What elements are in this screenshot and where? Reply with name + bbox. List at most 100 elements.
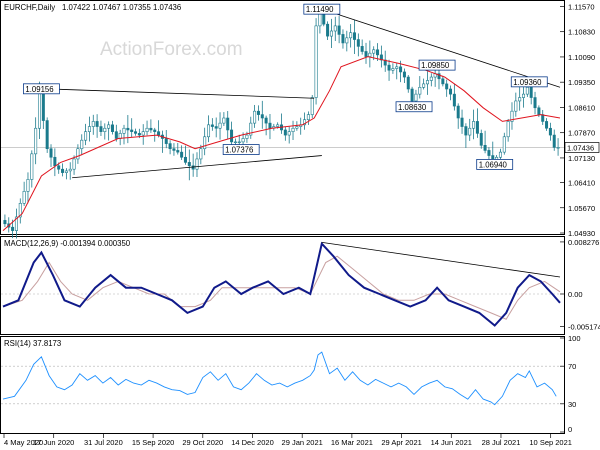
date-axis-label: 10 Sep 2021 <box>529 438 572 447</box>
price-candle-body <box>445 83 449 90</box>
price-candle-body <box>172 148 176 151</box>
current-price-label: 1.07436 <box>567 143 594 152</box>
price-candle-body <box>441 78 445 85</box>
price-axis-label: 1.10830 <box>568 28 595 37</box>
price-candle-body <box>498 151 502 158</box>
date-axis-label: 29 Oct 2020 <box>182 438 223 447</box>
price-candle-body <box>475 121 479 134</box>
price-candle-body <box>11 226 15 231</box>
macd-axis-label: 0.00 <box>568 290 583 299</box>
date-axis-label: 28 Jul 2021 <box>482 438 521 447</box>
price-candle-body <box>387 64 391 71</box>
price-candle-body <box>329 30 333 37</box>
price-candle-body <box>314 25 318 98</box>
price-axis-label: 1.08610 <box>568 103 595 112</box>
price-candle-body <box>199 148 203 160</box>
price-candle-body <box>552 134 556 148</box>
price-candle-body <box>222 117 226 124</box>
price-candle-body <box>134 131 138 134</box>
price-candle-body <box>326 23 330 37</box>
price-axis-label: 1.07870 <box>568 129 595 138</box>
price-candle-body <box>245 134 249 139</box>
price-candle-body <box>518 97 522 102</box>
date-axis-label: 14 Dec 2020 <box>231 438 274 447</box>
price-candle-body <box>30 153 34 180</box>
eurchf-daily-chart: ActionForex.com 1.11490 1.09156 1.07376 1.0… <box>0 0 600 447</box>
price-panel-frame <box>0 0 565 235</box>
rsi-axis-label: 0 <box>568 425 572 434</box>
price-candle-body <box>49 148 53 158</box>
price-candle-body <box>529 87 533 98</box>
price-candle-body <box>391 68 395 71</box>
price-candle-body <box>514 100 518 112</box>
price-candle-body <box>537 107 541 115</box>
price-candle-body <box>176 150 180 153</box>
price-candle-body <box>276 124 280 127</box>
price-candle-body <box>118 133 122 139</box>
price-candle-body <box>203 136 207 150</box>
price-candle-body <box>364 51 368 57</box>
price-axis-label: 1.04930 <box>568 229 595 238</box>
price-candle-body <box>310 97 314 115</box>
rsi-axis-label: 70 <box>568 362 576 371</box>
price-candle-body <box>241 138 245 143</box>
price-candle-body <box>429 76 433 81</box>
watermark: ActionForex.com <box>100 39 243 60</box>
price-candle-body <box>53 156 57 167</box>
price-candle-body <box>345 37 349 44</box>
date-axis-label: 14 Jun 2021 <box>431 438 472 447</box>
price-candle-body <box>84 131 88 141</box>
price-candle-body <box>372 49 376 54</box>
price-candle-body <box>34 127 38 155</box>
chart-title: EURCHF,Daily <box>4 3 55 12</box>
price-candle-body <box>422 83 426 88</box>
price-candle-body <box>468 127 472 136</box>
price-candle-body <box>149 127 153 131</box>
price-candle-body <box>122 127 126 134</box>
date-axis: 4 May 202017 Jun 2020 31 Jul 2020 15 Sep 2… <box>3 434 572 447</box>
price-candle-body <box>418 87 422 95</box>
price-axis: 1.11570 1.10830 1.10090 1.09350 1.08610 1.078… <box>560 2 600 238</box>
macd-axis-label: 0.008276 <box>568 238 599 247</box>
price-candle-body <box>333 25 337 32</box>
price-annotation-label: 1.08630 <box>398 103 427 112</box>
price-candle-body <box>153 129 157 132</box>
price-candle-body <box>368 52 372 57</box>
price-candle-body <box>37 92 41 129</box>
price-axis-label: 1.09350 <box>568 78 595 87</box>
price-candle-body <box>256 110 260 115</box>
price-candle-body <box>502 136 506 153</box>
price-candle-body <box>295 126 299 129</box>
price-candle-body <box>145 127 149 132</box>
price-candle-body <box>414 93 418 102</box>
price-candle-body <box>137 133 141 136</box>
price-axis-label: 1.05670 <box>568 204 595 213</box>
price-candle-body <box>352 32 356 40</box>
price-candle-body <box>233 141 237 143</box>
price-candle-body <box>64 170 68 173</box>
price-annotation-label: 1.07376 <box>225 146 253 155</box>
price-candle-body <box>195 158 199 170</box>
price-candle-body <box>541 114 545 122</box>
price-candle-body <box>114 131 118 139</box>
price-candle-body <box>410 88 414 102</box>
price-candle-body <box>483 145 487 151</box>
price-annotation-label: 1.09850 <box>421 61 450 70</box>
price-candle-body <box>76 148 80 160</box>
price-candle-body <box>545 121 549 129</box>
price-annotation-label: 1.11490 <box>306 5 334 14</box>
price-candle-body <box>214 126 218 129</box>
price-annotation-label: 1.09360 <box>513 78 542 87</box>
ohlc-values: 1.07422 1.07467 1.07355 1.07436 <box>62 3 181 12</box>
price-candle-body <box>287 131 291 136</box>
macd-title: MACD(12,26,9) -0.001394 0.000350 <box>4 239 131 248</box>
price-candle-body <box>237 141 241 143</box>
price-candle-body <box>230 129 234 143</box>
price-candle-body <box>41 92 45 121</box>
price-candle-body <box>395 66 399 69</box>
price-candle-body <box>87 126 91 132</box>
date-axis-label: 29 Apr 2021 <box>381 438 421 447</box>
date-axis-label: 16 Mar 2021 <box>331 438 373 447</box>
price-candle-body <box>95 121 99 127</box>
price-candle-body <box>525 87 529 95</box>
